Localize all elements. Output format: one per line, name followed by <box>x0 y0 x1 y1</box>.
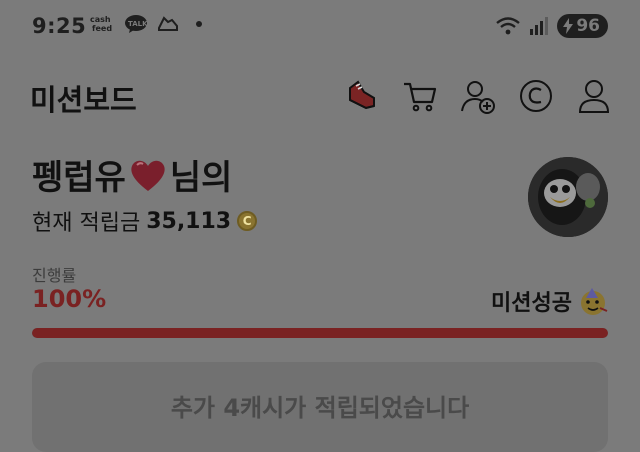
progress-label: 진행률 <box>32 266 77 285</box>
cash-button[interactable] <box>518 78 554 114</box>
cashfeed-icon: cash feed <box>90 15 112 33</box>
notification-dot <box>196 21 202 27</box>
status-system-icons: 96 <box>495 14 608 38</box>
savings-amount: 35,113 <box>146 208 232 234</box>
copyright-icon <box>520 80 552 112</box>
battery-indicator: 96 <box>557 14 608 38</box>
svg-text:cash: cash <box>90 15 111 24</box>
party-face-icon <box>581 288 608 315</box>
add-friend-button[interactable] <box>460 78 496 114</box>
name-suffix: 님의 <box>169 158 233 198</box>
reward-notice: 추가 4캐시가 적립되었습니다 <box>32 362 608 452</box>
savings-label: 현재 적립금 <box>32 211 141 236</box>
charging-bolt-icon <box>563 18 574 34</box>
user-icon <box>578 80 610 113</box>
kakaotalk-icon: TALK <box>125 15 148 33</box>
mission-success: 미션성공 <box>491 285 608 317</box>
add-user-icon <box>461 81 495 114</box>
coin-icon: C <box>237 211 258 231</box>
status-time: 9:25 <box>32 14 87 38</box>
reward-notice-text: 추가 4캐시가 적립되었습니다 <box>170 394 470 422</box>
progress-bar-fill <box>32 328 608 338</box>
progress-value: 100% <box>32 285 107 313</box>
savings-row: 현재 적립금 35,113 C <box>32 205 258 237</box>
shoe-button[interactable] <box>344 78 380 114</box>
avatar[interactable] <box>528 157 608 237</box>
mission-success-label: 미션성공 <box>491 291 572 316</box>
heart-icon <box>131 160 165 191</box>
penguin-avatar-icon <box>528 157 608 237</box>
svg-text:feed: feed <box>92 24 112 33</box>
status-notification-icons: cash feed TALK <box>90 14 202 34</box>
greeting-title: 펭럽유 님의 <box>32 150 232 199</box>
battery-level: 96 <box>576 16 600 36</box>
progress-bar <box>32 328 608 338</box>
svg-text:TALK: TALK <box>128 20 148 28</box>
app-bar: 미션보드 <box>0 60 640 130</box>
signal-icon <box>530 17 549 35</box>
user-name: 펭럽유 <box>32 158 126 198</box>
sneaker-icon <box>158 16 178 31</box>
screen: 9:25 cash feed TALK 96 미션보드 펭럽유 님의 현재 적립… <box>0 0 640 452</box>
page-title: 미션보드 <box>30 83 137 117</box>
status-bar: 9:25 cash feed TALK 96 <box>0 0 640 56</box>
shoe-icon <box>349 80 375 110</box>
wifi-icon <box>496 17 521 35</box>
profile-button[interactable] <box>576 78 612 114</box>
cart-button[interactable] <box>402 78 438 114</box>
cart-icon <box>404 82 437 112</box>
header-actions <box>344 78 612 114</box>
